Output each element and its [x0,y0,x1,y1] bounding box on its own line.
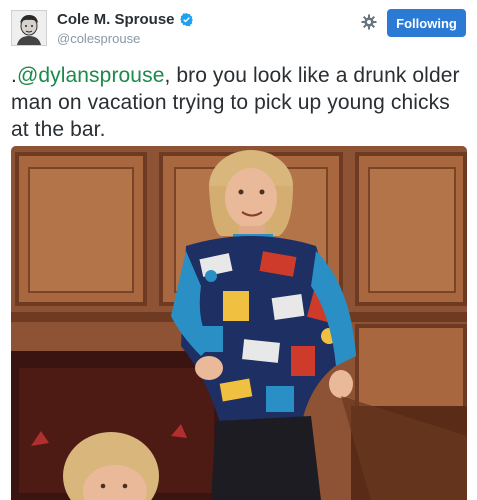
author-display-name[interactable]: Cole M. Sprouse [57,11,175,28]
mention-link[interactable]: @dylansprouse [17,64,165,87]
author-handle[interactable]: @colesprouse [57,31,140,46]
following-button[interactable]: Following [387,9,466,37]
author-name-line: Cole M. Sprouse [57,11,194,28]
gear-icon-glyph [361,14,377,30]
tweet-header: Cole M. Sprouse @colesprouse Following [0,0,477,56]
author-avatar[interactable] [11,10,47,46]
verified-badge-icon [179,12,193,27]
gear-icon[interactable] [359,12,379,32]
tweet-text: .@dylansprouse, bro you look like a drun… [11,62,467,143]
tweet-photo[interactable] [11,146,467,500]
photo-illustration [11,146,467,500]
avatar-image [12,11,46,45]
